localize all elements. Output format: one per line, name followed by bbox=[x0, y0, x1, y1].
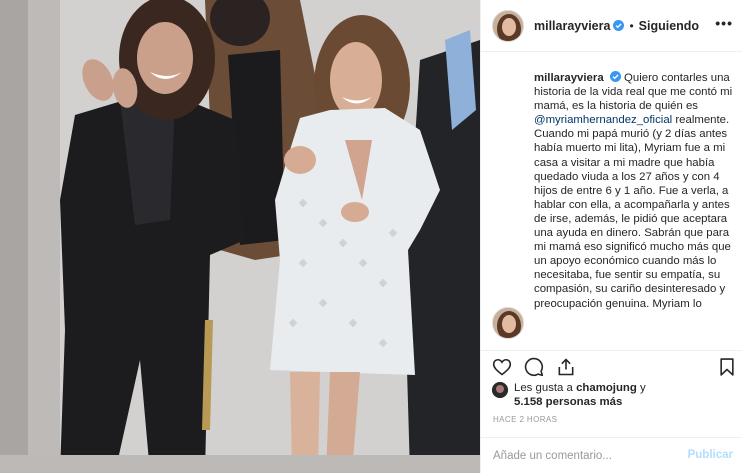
liker-avatar[interactable] bbox=[492, 382, 508, 398]
verified-badge-icon bbox=[609, 71, 621, 82]
likes-text: Les gusta a chamojung y 5.158 personas m… bbox=[514, 381, 646, 409]
liker-username[interactable]: chamojung bbox=[576, 382, 637, 394]
caption-username[interactable]: millarayviera bbox=[534, 72, 604, 84]
comment-bar: Publicar bbox=[481, 437, 742, 473]
verified-badge-icon bbox=[613, 20, 625, 31]
author-username[interactable]: millarayviera bbox=[534, 19, 610, 33]
likes-prefix: Les gusta a bbox=[514, 382, 577, 394]
following-button[interactable]: Siguiendo bbox=[639, 19, 699, 33]
post-sidebar: millarayviera • Siguiendo ••• millarayvi… bbox=[480, 0, 742, 473]
bookmark-icon[interactable] bbox=[717, 357, 737, 377]
likes-middle: y bbox=[636, 382, 646, 394]
caption-author-avatar[interactable] bbox=[492, 307, 524, 339]
heart-icon[interactable] bbox=[492, 357, 512, 377]
post-photo-illustration bbox=[0, 0, 480, 473]
caption-body: realmente. Cuando mi papá murió (y 2 día… bbox=[534, 114, 731, 310]
likes-count[interactable]: 5.158 personas más bbox=[514, 396, 622, 408]
liker-avatar-image bbox=[492, 382, 508, 398]
author-avatar[interactable] bbox=[492, 9, 524, 42]
caption-avatar-image bbox=[493, 308, 523, 338]
comment-input[interactable] bbox=[493, 449, 683, 462]
more-options-button[interactable]: ••• bbox=[715, 16, 733, 30]
comment-icon[interactable] bbox=[524, 357, 544, 377]
post-photo[interactable] bbox=[0, 0, 480, 473]
share-icon[interactable] bbox=[556, 357, 576, 377]
caption-text: millarayviera Quiero contarles una histo… bbox=[534, 71, 737, 311]
author-avatar-image bbox=[493, 10, 523, 41]
post-timestamp[interactable]: HACE 2 HORAS bbox=[493, 415, 557, 424]
header-separator: • bbox=[629, 18, 634, 33]
caption-area[interactable]: millarayviera Quiero contarles una histo… bbox=[481, 53, 742, 350]
post-header: millarayviera • Siguiendo ••• bbox=[481, 0, 742, 52]
action-bar bbox=[481, 350, 742, 380]
caption-mention-link[interactable]: @myriamhernandez_oficial bbox=[534, 114, 672, 126]
publish-button[interactable]: Publicar bbox=[688, 449, 733, 461]
likes-summary: Les gusta a chamojung y 5.158 personas m… bbox=[492, 381, 646, 409]
